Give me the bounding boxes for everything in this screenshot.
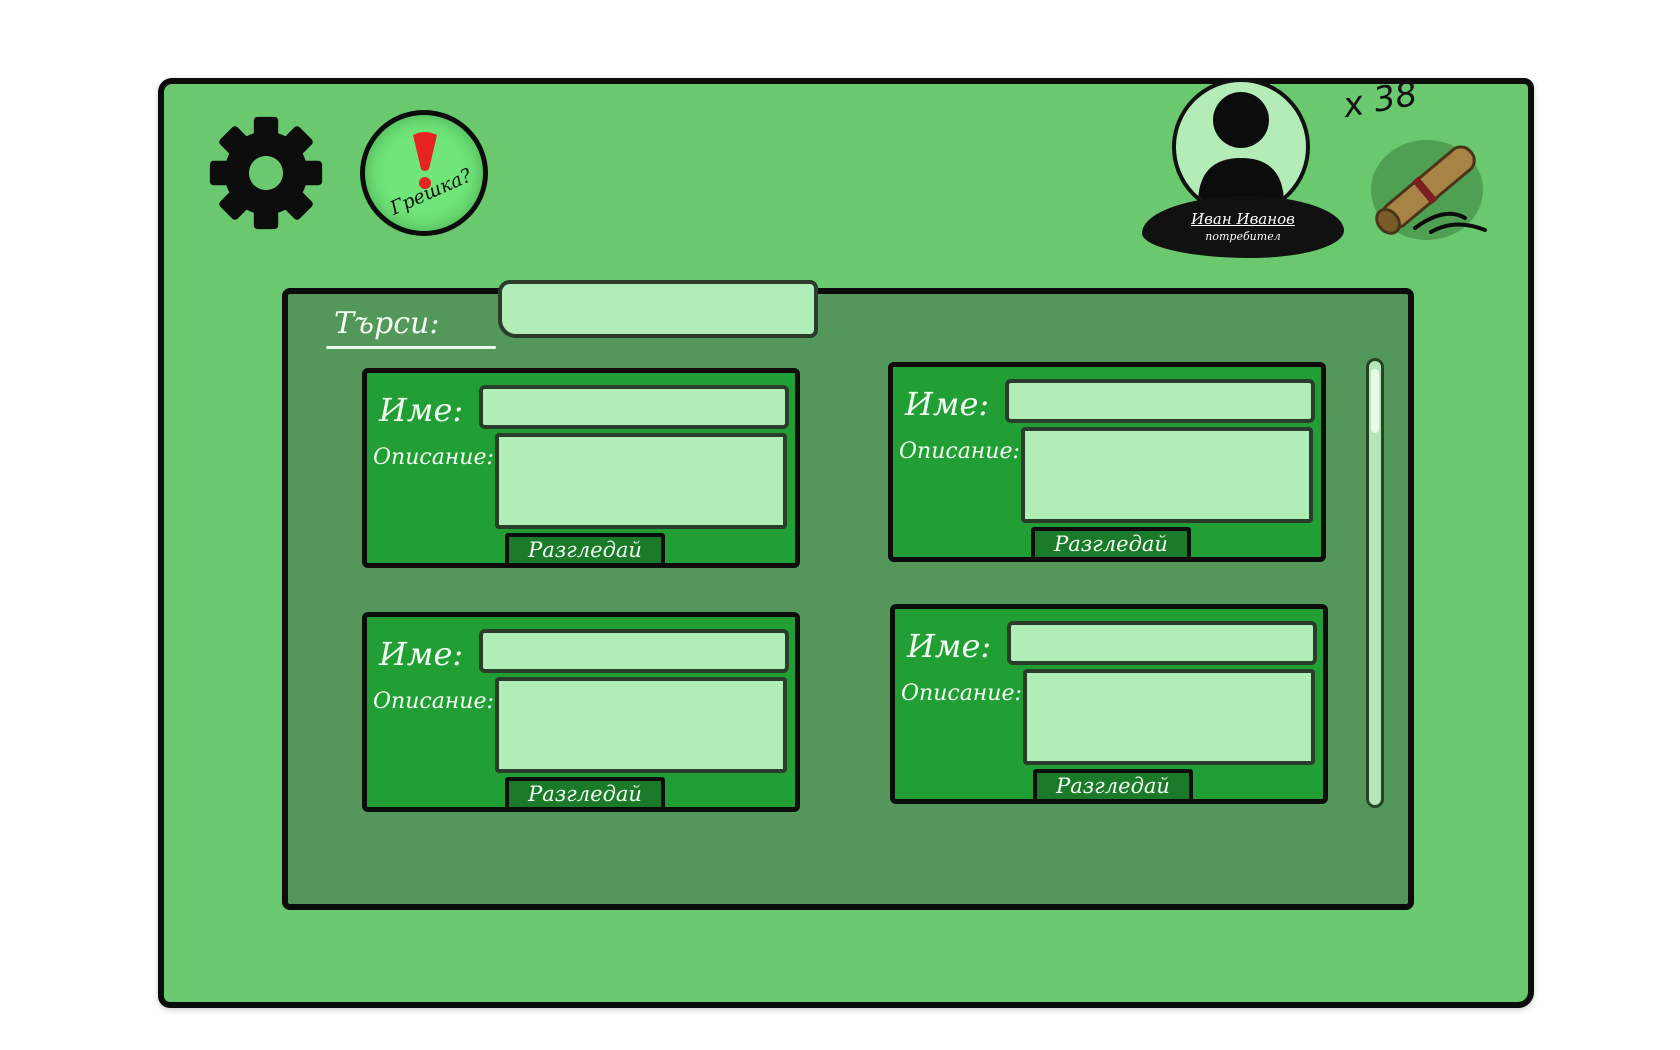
name-label: Име: [907,627,992,665]
view-button[interactable]: Разгледай [505,533,665,567]
scrollbar-thumb[interactable] [1371,369,1379,433]
name-field[interactable] [479,629,789,673]
description-label: Описание: [901,681,1022,706]
search-label: Търси: [334,306,440,341]
report-bug-button[interactable]: Грешка? [360,110,488,236]
view-button[interactable]: Разгледай [1033,769,1193,803]
name-label: Име: [379,391,464,429]
user-name: Иван Иванов [1191,210,1295,228]
name-field[interactable] [479,385,789,429]
view-button[interactable]: Разгледай [1031,527,1191,561]
settings-button[interactable] [205,112,327,234]
description-label: Описание: [899,439,1020,464]
name-field[interactable] [1005,379,1315,423]
search-input[interactable] [498,280,818,338]
gear-icon [209,116,323,230]
item-card: Име: Описание: Разгледай [890,604,1328,804]
scroll-icon [1371,140,1487,240]
rewards-badge[interactable]: x 38 [1335,74,1495,248]
description-field[interactable] [1023,669,1315,765]
name-label: Име: [379,635,464,673]
user-name-tag[interactable]: Иван Иванов потребител [1142,196,1344,258]
description-field[interactable] [1021,427,1313,523]
name-field[interactable] [1007,621,1317,665]
view-button[interactable]: Разгледай [505,777,665,811]
description-label: Описание: [373,445,494,470]
name-label: Име: [905,385,990,423]
description-field[interactable] [495,677,787,773]
person-icon [1198,92,1284,204]
description-field[interactable] [495,433,787,529]
item-card: Име: Описание: Разгледай [888,362,1326,562]
scrollbar[interactable] [1366,358,1384,808]
description-label: Описание: [373,689,494,714]
search-label-underline [326,346,496,349]
item-card: Име: Описание: Разгледай [362,368,800,568]
item-card: Име: Описание: Разгледай [362,612,800,812]
user-role: потребител [1205,230,1281,243]
